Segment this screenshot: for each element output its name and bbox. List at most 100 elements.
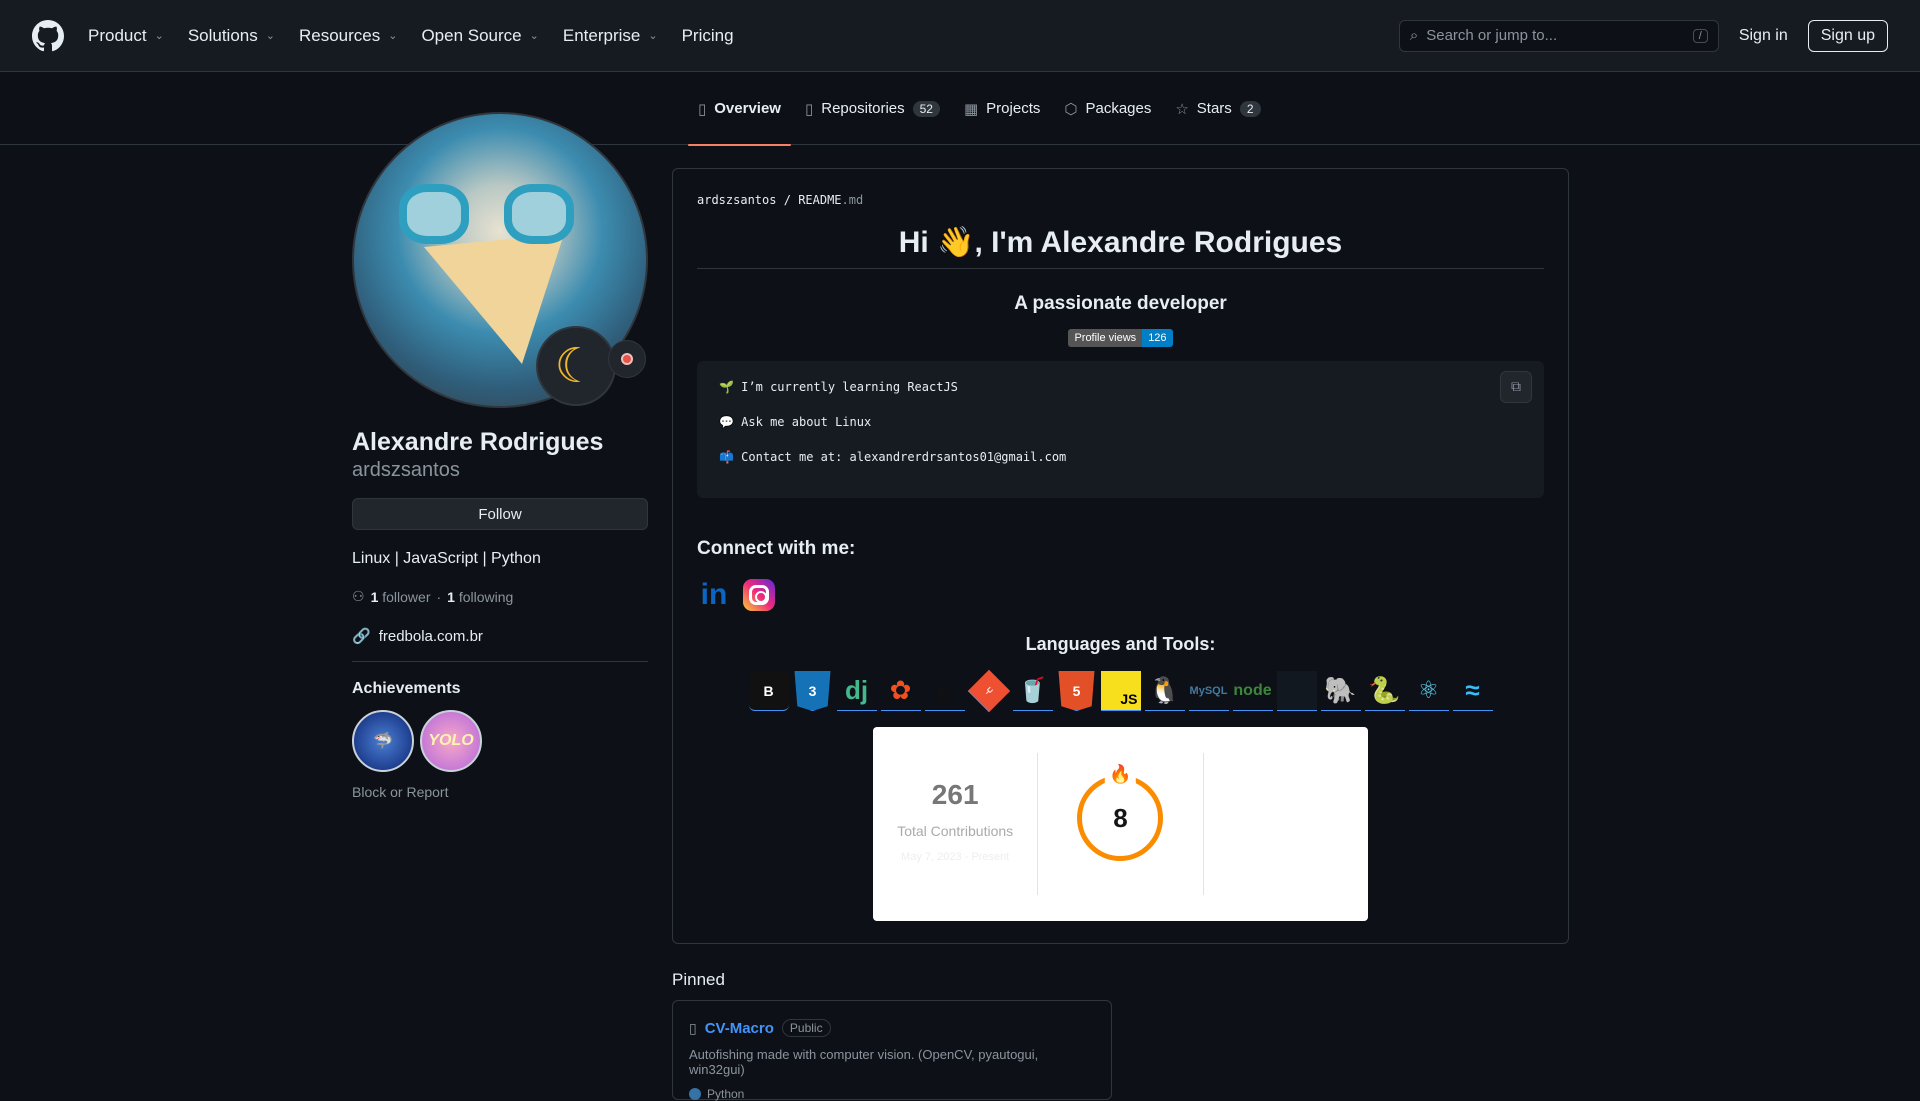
nav-solutions[interactable]: Solutions ⌄ [188,26,275,46]
nav-product[interactable]: Product ⌄ [88,26,164,46]
social-links: in [697,578,1544,612]
pinned-repo-language: Python [689,1087,1095,1101]
website-link[interactable]: fredbola.com.br [379,628,483,645]
postgresql-icon[interactable]: 🐘 [1320,671,1361,711]
tab-repositories[interactable]: ▯ Repositories 52 [795,72,950,145]
streak-longest-section [1202,753,1368,895]
profile-website: 🔗 fredbola.com.br [352,627,648,646]
profile-views-badge: Profile views 126 [697,329,1544,347]
django-icon[interactable]: dj [836,671,877,711]
follow-button[interactable]: Follow [352,498,648,530]
profile-readme: ardszsantos / README.md Hi 👋, I'm Alexan… [672,168,1569,944]
block-or-report-link[interactable]: Block or Report [352,784,648,800]
readme-file-link[interactable]: README.md [798,193,863,207]
header-actions: ⌕ Search or jump to... / Sign in Sign up [1398,19,1888,52]
book-icon: ▯ [698,100,707,118]
people-icon: ⚇ [352,588,365,604]
profile-bio: Linux | JavaScript | Python [352,550,541,567]
readme-title: Hi 👋, I'm Alexandre Rodrigues [697,225,1544,269]
followers-link[interactable]: 1 follower [371,589,431,605]
chevron-down-icon: ⌄ [648,30,658,42]
stars-count: 2 [1239,100,1261,117]
tab-packages[interactable]: ⬡ Packages [1054,72,1161,145]
linux-icon[interactable]: 🐧 [1144,671,1185,711]
profile-username: ardszsantos [352,459,460,481]
profile-fullname: Alexandre Rodrigues [352,428,604,456]
html5-icon[interactable]: 5 [1058,671,1095,711]
achievement-yolo-badge-icon[interactable]: YOLO [420,710,482,772]
tab-stars[interactable]: ☆ Stars 2 [1165,72,1270,145]
profile-views-label: Profile views [1068,329,1143,347]
opencv-icon[interactable] [1276,671,1317,711]
avatar-goggle [504,184,574,244]
total-contributions-label: Total Contributions [897,823,1014,839]
sign-in-link[interactable]: Sign in [1739,27,1788,45]
readme-file-name: README [798,193,842,207]
tab-projects[interactable]: ▦ Projects [954,72,1050,145]
git-icon[interactable]: ⑂ [967,669,1010,713]
linkedin-icon[interactable]: in [697,578,731,612]
chevron-down-icon: ⌄ [154,30,164,42]
breadcrumb-separator: / [783,193,791,207]
tailwind-icon[interactable]: ≈ [1452,671,1493,711]
total-contributions-range: May 7, 2023 - Present [901,851,1010,863]
pinned-title: Pinned [672,970,725,989]
language-color-dot [689,1088,701,1100]
react-icon[interactable]: ⚛ [1408,671,1449,711]
gulp-icon[interactable]: 🥤 [1012,671,1053,711]
languages-title: Languages and Tools: [1025,634,1216,654]
nav-label: Open Source [421,25,522,45]
streak-total-section: 261 Total Contributions May 7, 2023 - Pr… [873,727,1037,921]
nav-open-source[interactable]: Open Source ⌄ [421,26,538,46]
tab-label: Overview [714,100,781,117]
nav-label: Resources [298,25,381,45]
search-icon: ⌕ [1409,27,1419,44]
following-link[interactable]: 1 following [447,589,513,605]
chevron-down-icon: ⌄ [388,30,398,42]
search-shortcut-key: / [1692,28,1708,43]
pinned-repo-link[interactable]: CV-Macro [705,1020,774,1037]
following-label: following [458,588,514,605]
tab-overview[interactable]: ▯ Overview [688,72,791,146]
readme-file-ext: .md [841,193,864,207]
followers-label: follower [382,588,431,605]
nav-enterprise[interactable]: Enterprise ⌄ [563,26,658,46]
nodejs-icon[interactable]: node [1232,671,1273,711]
package-icon: ⬡ [1064,100,1078,118]
moon-emoji-icon: ☾ [536,326,616,406]
python-icon[interactable]: 🐍 [1364,671,1405,711]
fire-icon: 🔥 [1105,764,1136,785]
copy-icon[interactable]: ⧉ [1500,371,1532,403]
bootstrap-icon[interactable]: B [748,671,789,711]
search-input[interactable]: ⌕ Search or jump to... / [1398,19,1719,52]
flask-icon[interactable]: ɕ [924,671,965,711]
profile-views-count: 126 [1142,329,1173,347]
readme-user-link[interactable]: ardszsantos [697,193,776,207]
mysql-icon[interactable]: MySQL [1188,671,1229,711]
main-nav: Product ⌄ Solutions ⌄ Resources ⌄ Open Sour… [88,26,734,46]
site-header: Product ⌄ Solutions ⌄ Resources ⌄ Open Sour… [0,0,1920,72]
javascript-icon[interactable]: JS [1100,671,1141,711]
followers-count: 1 [370,588,379,605]
css3-icon[interactable]: 3 [794,671,831,711]
figma-icon[interactable]: ✿ [880,671,921,711]
tools-list: B 3 dj ✿ ɕ ⑂ 🥤 5 JS 🐧 MySQL node 🐘 🐍 ⚛ ≈ [697,669,1544,713]
tab-label: Packages [1085,100,1152,117]
link-icon: 🔗 [352,628,371,645]
nav-label: Product [88,25,147,45]
achievement-shark-badge-icon[interactable]: 🦈 [352,710,414,772]
status-badge[interactable] [608,340,646,378]
sign-up-button[interactable]: Sign up [1807,19,1888,52]
readme-subtitle: A passionate developer [1014,293,1227,314]
profile-tabbar: ▯ Overview ▯ Repositories 52 ▦ Projects ⬡ Pac… [0,72,1920,146]
follow-stats: ⚇ 1 follower · 1 following [352,588,648,605]
code-line: 🌱 I’m currently learning ReactJS [719,380,958,394]
instagram-icon[interactable] [743,579,775,611]
github-streak-card: 261 Total Contributions May 7, 2023 - Pr… [873,727,1368,921]
nav-resources[interactable]: Resources ⌄ [299,26,397,46]
readme-code-block: 🌱 I’m currently learning ReactJS 💬 Ask m… [697,361,1544,498]
nav-label: Pricing [681,25,734,45]
chevron-down-icon: ⌄ [265,30,275,42]
github-logo-icon[interactable] [32,19,64,52]
nav-pricing[interactable]: Pricing [682,26,734,46]
